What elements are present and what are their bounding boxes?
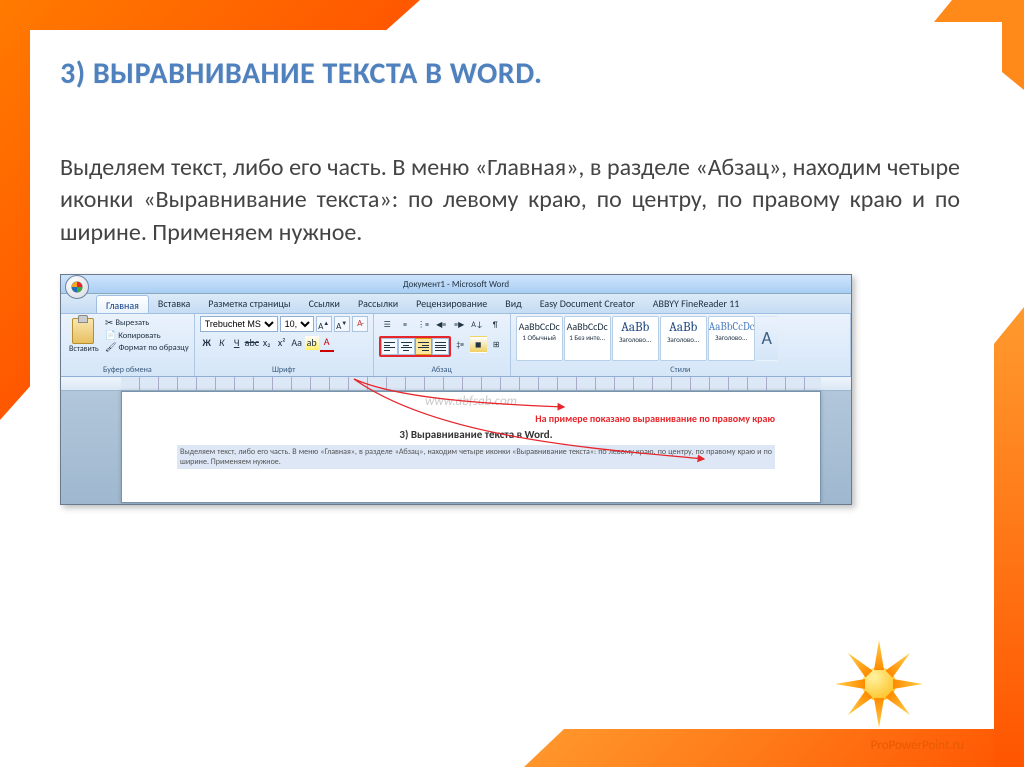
- style-name: Заголово...: [709, 333, 754, 342]
- align-justify-button[interactable]: [432, 338, 449, 355]
- credit-link: ProPowerPoint.ru: [871, 738, 964, 753]
- style-sample: AaBbCcDc: [565, 320, 610, 333]
- scissors-icon: [105, 316, 113, 329]
- sort-button[interactable]: A↓: [469, 316, 486, 333]
- alignment-highlight: [379, 336, 451, 357]
- group-paragraph: ☰ ≡ ⋮≡ ◀≡ ≡▶ A↓ ¶: [374, 314, 511, 376]
- style-h4[interactable]: A: [756, 316, 778, 361]
- align-center-button[interactable]: [398, 338, 415, 355]
- ribbon: Вставить Вырезать Копировать Формат по о…: [61, 314, 851, 377]
- group-font: Trebuchet MS 10,5 A▲ A▼ A̶ Ж К Ч abc x₂ …: [195, 314, 374, 376]
- window-title-text: Документ1 - Microsoft Word: [403, 279, 509, 290]
- group-paragraph-label: Абзац: [379, 364, 505, 375]
- group-clipboard: Вставить Вырезать Копировать Формат по о…: [61, 314, 195, 376]
- group-styles-label: Стили: [516, 364, 845, 375]
- outdent-button[interactable]: ◀≡: [433, 316, 450, 333]
- tab-view[interactable]: Вид: [496, 294, 530, 313]
- underline-button[interactable]: Ч: [230, 336, 244, 350]
- style-sample: AaBb: [661, 320, 706, 335]
- fontcolor-button[interactable]: A: [320, 336, 334, 352]
- tab-home[interactable]: Главная: [96, 295, 149, 313]
- tab-insert[interactable]: Вставка: [149, 294, 199, 313]
- style-h1[interactable]: AaBbЗаголово...: [612, 316, 659, 361]
- style-sample: AaBb: [613, 320, 658, 335]
- font-name-select[interactable]: Trebuchet MS: [200, 316, 278, 332]
- tab-review[interactable]: Рецензирование: [407, 294, 496, 313]
- align-left-button[interactable]: [381, 338, 398, 355]
- align-right-button[interactable]: [415, 338, 432, 355]
- shading-button[interactable]: ◼: [470, 336, 487, 353]
- slide-body: Выделяем текст, либо его часть. В меню «…: [60, 152, 960, 249]
- formatpainter-button[interactable]: Формат по образцу: [105, 342, 189, 353]
- copy-button[interactable]: Копировать: [105, 330, 189, 341]
- italic-button[interactable]: К: [215, 336, 229, 350]
- numbering-button[interactable]: ≡: [397, 316, 414, 333]
- style-nospacing[interactable]: AaBbCcDc1 Без инте...: [564, 316, 611, 361]
- linespacing-button[interactable]: ‡≡: [452, 336, 469, 353]
- tab-easydoc[interactable]: Easy Document Creator: [531, 294, 644, 313]
- indent-button[interactable]: ≡▶: [451, 316, 468, 333]
- slide-title: 3) Выравнивание текста в Word.: [60, 55, 974, 92]
- paste-button[interactable]: Вставить: [66, 316, 100, 356]
- grow-font-button[interactable]: A▲: [316, 316, 332, 332]
- style-sample: AaBbCcDc: [709, 320, 754, 333]
- shrink-font-button[interactable]: A▼: [334, 316, 350, 332]
- group-font-label: Шрифт: [200, 364, 368, 375]
- style-name: Заголово...: [613, 335, 658, 344]
- highlight-button[interactable]: ab: [305, 336, 319, 350]
- tab-mailings[interactable]: Рассылки: [349, 294, 407, 313]
- group-clipboard-label: Буфер обмена: [66, 364, 189, 375]
- subscript-button[interactable]: x₂: [260, 336, 274, 350]
- bold-button[interactable]: Ж: [200, 336, 214, 350]
- style-h3[interactable]: AaBbCcDcЗаголово...: [708, 316, 755, 361]
- borders-button[interactable]: ⊞: [488, 336, 505, 353]
- sun-logo: [824, 629, 934, 739]
- bullets-button[interactable]: ☰: [379, 316, 396, 333]
- style-name: Заголово...: [661, 335, 706, 344]
- superscript-button[interactable]: x²: [275, 336, 289, 350]
- format-label: Формат по образцу: [118, 343, 188, 353]
- tab-abbyy[interactable]: ABBYY FineReader 11: [644, 294, 749, 313]
- multilevel-button[interactable]: ⋮≡: [415, 316, 432, 333]
- tab-references[interactable]: Ссылки: [300, 294, 349, 313]
- cut-label: Вырезать: [115, 318, 149, 328]
- document-area: www.abfsab.com На примере показано вырав…: [61, 377, 851, 504]
- word-screenshot: Документ1 - Microsoft Word Главная Встав…: [60, 274, 852, 505]
- style-h2[interactable]: AaBbЗаголово...: [660, 316, 707, 361]
- callout-arrow-2: [339, 377, 719, 489]
- cut-button[interactable]: Вырезать: [105, 316, 189, 329]
- group-styles: AaBbCcDc1 Обычный AaBbCcDc1 Без инте... …: [511, 314, 851, 376]
- style-name: 1 Без инте...: [565, 333, 610, 342]
- style-name: 1 Обычный: [517, 333, 562, 342]
- copy-icon: [105, 330, 116, 341]
- case-button[interactable]: Aa: [290, 336, 304, 350]
- ribbon-tabs: Главная Вставка Разметка страницы Ссылки…: [61, 294, 851, 314]
- style-sample: AaBbCcDc: [517, 320, 562, 333]
- strike-button[interactable]: abc: [245, 336, 259, 350]
- copy-label: Копировать: [118, 331, 160, 341]
- style-normal[interactable]: AaBbCcDc1 Обычный: [516, 316, 563, 361]
- clear-format-button[interactable]: A̶: [352, 316, 368, 332]
- paste-label: Вставить: [69, 344, 97, 354]
- font-size-select[interactable]: 10,5: [280, 316, 314, 332]
- office-button[interactable]: [65, 275, 89, 299]
- brush-icon: [105, 342, 116, 353]
- showmarks-button[interactable]: ¶: [487, 316, 504, 333]
- window-titlebar: Документ1 - Microsoft Word: [61, 275, 851, 294]
- tab-pagelayout[interactable]: Разметка страницы: [199, 294, 299, 313]
